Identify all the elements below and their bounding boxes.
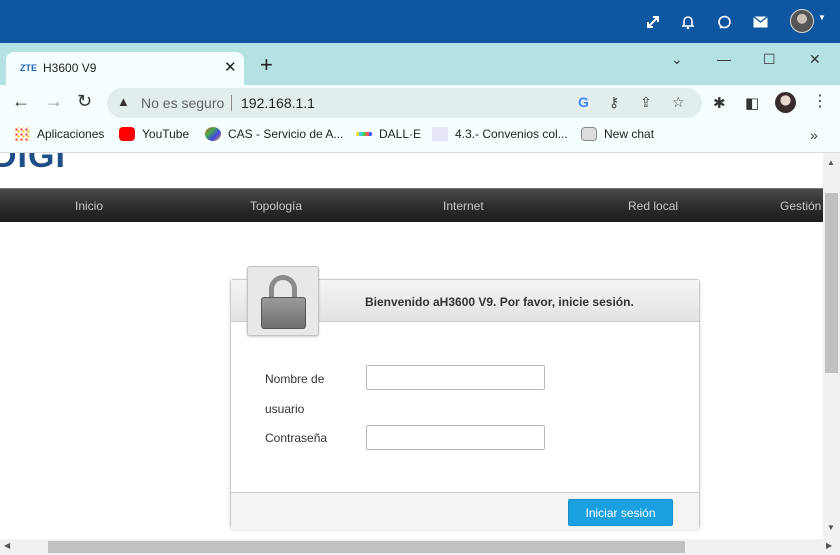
close-tab-icon[interactable]: ✕: [224, 58, 237, 76]
nav-red-local[interactable]: Red local: [628, 199, 678, 213]
uhu-icon: [432, 127, 448, 141]
back-icon[interactable]: ←: [12, 92, 30, 110]
share-icon[interactable]: ⇪: [640, 94, 652, 111]
vertical-scroll-thumb[interactable]: [825, 193, 838, 373]
key-icon[interactable]: ⚷: [609, 94, 619, 111]
scroll-up-icon[interactable]: ▲: [827, 158, 835, 167]
horizontal-scrollbar[interactable]: ◀ ▶: [0, 539, 840, 555]
maximize-icon[interactable]: ☐: [763, 51, 776, 68]
horizontal-scroll-thumb[interactable]: [48, 541, 685, 553]
url-text[interactable]: 192.168.1.1: [241, 95, 315, 111]
username-label: Nombre de: [265, 372, 325, 386]
openai-icon: [581, 127, 597, 141]
password-label: Contraseña: [265, 431, 328, 445]
extensions-icon[interactable]: ✱: [713, 94, 726, 112]
close-window-icon[interactable]: ✕: [809, 51, 821, 68]
dalle-icon: [356, 132, 372, 136]
tab-title: H3600 V9: [43, 61, 97, 75]
nav-topologia[interactable]: Topología: [250, 199, 302, 213]
youtube-icon: [119, 127, 135, 141]
bookmark-dalle[interactable]: DALL·E: [356, 127, 421, 141]
bookmark-label: 4.3.- Convenios col...: [455, 127, 568, 141]
bookmark-label: New chat: [604, 127, 655, 141]
expand-icon[interactable]: [643, 12, 663, 32]
scroll-down-icon[interactable]: ▼: [827, 523, 835, 532]
google-translate-icon[interactable]: G: [578, 94, 589, 110]
login-footer: Iniciar sesión: [231, 492, 699, 530]
menu-icon[interactable]: ⋮: [812, 91, 828, 111]
star-icon[interactable]: ☆: [672, 94, 685, 111]
chat-icon[interactable]: [714, 12, 734, 32]
login-button[interactable]: Iniciar sesión: [568, 499, 673, 526]
browser-toolbar: ← → ↻ ▲ No es seguro 192.168.1.1 G ⚷ ⇪ ☆…: [0, 85, 840, 121]
address-separator: [231, 95, 232, 111]
scroll-right-icon[interactable]: ▶: [826, 541, 832, 550]
bookmark-convenios[interactable]: 4.3.- Convenios col...: [432, 127, 568, 141]
main-nav: Inicio Topología Internet Red local Gest…: [0, 188, 823, 222]
bookmark-label: YouTube: [142, 127, 190, 141]
login-title: Bienvenido aH3600 V9. Por favor, inicie …: [365, 295, 634, 309]
zte-favicon-icon: ZTE: [20, 63, 37, 73]
digi-logo: DIGI: [0, 153, 66, 175]
minimize-icon[interactable]: —: [717, 51, 731, 67]
bookmark-cas[interactable]: CAS - Servicio de A...: [205, 127, 343, 141]
bookmark-label: CAS - Servicio de A...: [228, 127, 344, 141]
side-panel-icon[interactable]: ◧: [745, 94, 759, 112]
username-input[interactable]: [366, 365, 545, 390]
security-status[interactable]: No es seguro: [141, 95, 224, 111]
reload-icon[interactable]: ↻: [77, 92, 92, 110]
scroll-left-icon[interactable]: ◀: [4, 541, 10, 550]
forward-icon[interactable]: →: [45, 92, 63, 110]
mail-icon[interactable]: [750, 12, 770, 32]
page-viewport: DIGI Inicio Topología Internet Red local…: [0, 153, 823, 539]
remote-top-bar: ▼: [0, 0, 840, 43]
warning-icon[interactable]: ▲: [117, 94, 130, 109]
browser-tab[interactable]: ZTE H3600 V9 ✕: [6, 52, 244, 85]
bell-icon[interactable]: [678, 12, 698, 32]
user-avatar[interactable]: [790, 9, 814, 33]
bookmarks-bar: Aplicaciones YouTube CAS - Servicio de A…: [0, 121, 840, 153]
lock-body: [261, 297, 306, 329]
apps-grid-icon: [14, 127, 30, 141]
tab-search-icon[interactable]: ⌄: [671, 51, 683, 68]
lock-icon: [247, 266, 319, 336]
nav-internet[interactable]: Internet: [443, 199, 484, 213]
nav-inicio[interactable]: Inicio: [75, 199, 103, 213]
login-panel: Bienvenido aH3600 V9. Por favor, inicie …: [230, 266, 700, 530]
bookmark-label: Aplicaciones: [37, 127, 105, 141]
address-bar[interactable]: ▲ No es seguro 192.168.1.1 G ⚷ ⇪ ☆: [107, 88, 702, 118]
more-bookmarks-icon[interactable]: »: [810, 127, 818, 143]
bookmark-apps[interactable]: Aplicaciones: [14, 127, 104, 141]
nav-gestion[interactable]: Gestión: [780, 199, 821, 213]
profile-avatar[interactable]: [775, 92, 796, 113]
new-tab-button[interactable]: +: [260, 54, 273, 76]
password-input[interactable]: [366, 425, 545, 450]
chevron-down-icon[interactable]: ▼: [818, 13, 826, 22]
bookmark-new-chat[interactable]: New chat: [581, 127, 654, 141]
username-label-line2: usuario: [265, 402, 305, 416]
bookmark-label: DALL·E: [379, 127, 422, 141]
vertical-scrollbar[interactable]: ▲ ▼: [823, 153, 840, 539]
tab-strip: ZTE H3600 V9 ✕ + ⌄ — ☐ ✕: [0, 43, 840, 85]
cas-icon: [205, 127, 221, 141]
bookmark-youtube[interactable]: YouTube: [119, 127, 189, 141]
